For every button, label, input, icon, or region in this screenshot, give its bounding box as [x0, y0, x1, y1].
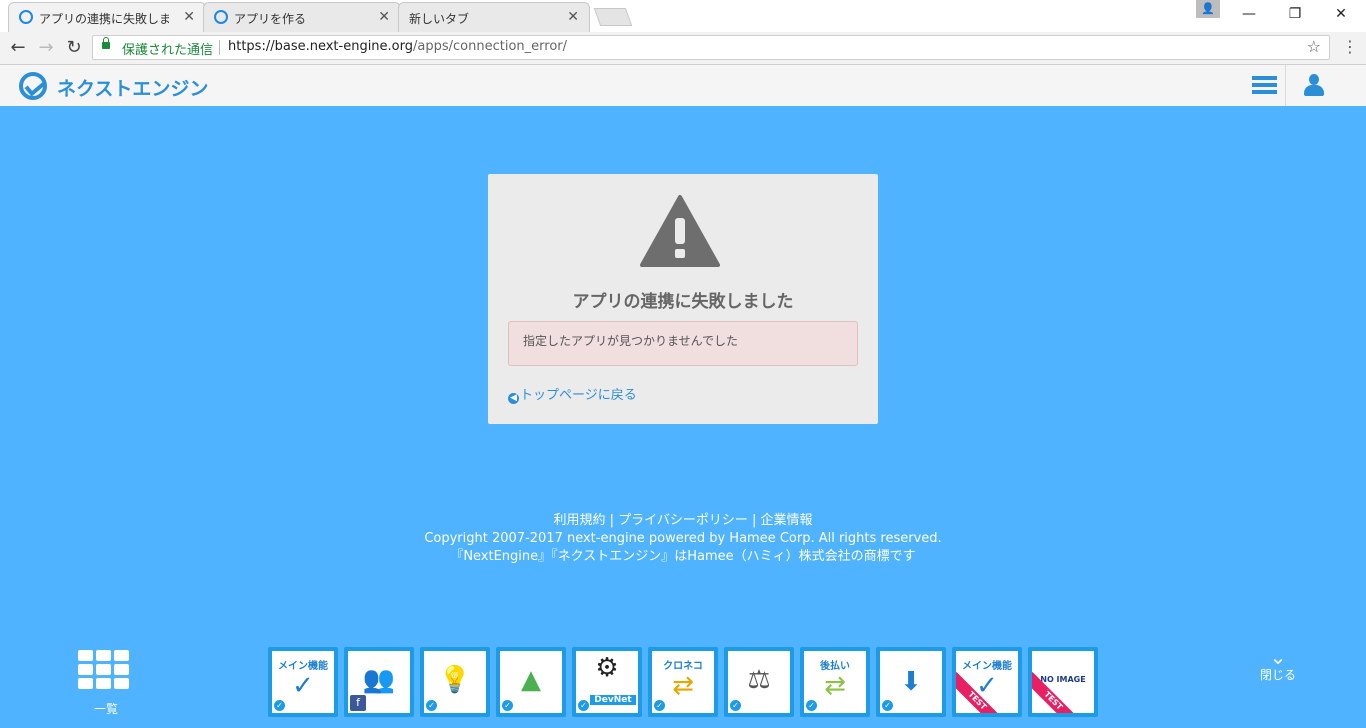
error-alert: 指定したアプリが見つかりませんでした [508, 321, 858, 366]
app-grid-button[interactable]: 一覧 [78, 650, 134, 716]
reload-icon[interactable]: ↻ [62, 37, 86, 58]
tab-make-app[interactable]: アプリを作る ✕ [203, 2, 401, 32]
tab-title: アプリの連携に失敗しました [39, 12, 169, 26]
address-bar[interactable]: 保護された通信 https://base.next-engine.org/app… [92, 35, 1330, 60]
company-link[interactable]: 企業情報 [761, 513, 813, 528]
profile-icon[interactable]: 👤 [1196, 0, 1220, 18]
app-header: ネクストエンジン [0, 65, 1366, 106]
trademark-text: 『NextEngine』『ネクストエンジン』はHamee（ハミィ）株式会社の商標… [450, 549, 916, 564]
close-icon[interactable]: ✕ [378, 9, 390, 25]
tab-title: アプリを作る [234, 12, 307, 26]
sync-arrows-icon: ⇄ [824, 671, 846, 701]
installed-check-icon: ✓ [654, 700, 665, 711]
browser-toolbar: ← → ↻ 保護された通信 https://base.next-engine.o… [0, 32, 1366, 65]
tile-label: クロネコ [663, 661, 703, 672]
next-engine-favicon-icon [214, 10, 228, 24]
dock-close-button[interactable]: ⌄ 閉じる [1250, 645, 1306, 688]
tab-connection-error[interactable]: アプリの連携に失敗しました ✕ [8, 2, 206, 32]
list-icon [1252, 76, 1277, 94]
app-logo-text[interactable]: ネクストエンジン [57, 74, 208, 101]
terms-link[interactable]: 利用規約 [553, 513, 605, 528]
user-icon [1304, 74, 1324, 96]
tile-label: メイン機能 [278, 661, 328, 672]
installed-check-icon: ✓ [426, 700, 437, 711]
back-link-label: トップページに戻る [520, 388, 637, 403]
footer-separator: | [752, 513, 757, 528]
app-tile-auction[interactable]: ⚖ ✓ [724, 647, 794, 717]
footer-links: 利用規約 | プライバシーポリシー | 企業情報 [0, 512, 1366, 530]
page-footer: 利用規約 | プライバシーポリシー | 企業情報 Copyright 2007-… [0, 512, 1366, 566]
grid-label: 一覧 [93, 702, 118, 716]
installed-check-icon: ✓ [806, 700, 817, 711]
tab-title: 新しいタブ [409, 12, 470, 26]
user-menu-button[interactable] [1286, 65, 1344, 106]
minimize-icon[interactable]: — [1226, 0, 1272, 28]
url-host: https://base.next-engine.org [228, 39, 414, 54]
app-tile-kuroneko[interactable]: クロネコ ⇄ ✓ [648, 647, 718, 717]
omnibox-divider [219, 40, 220, 55]
close-icon[interactable]: ✕ [183, 9, 195, 25]
app-tile-main-function[interactable]: メイン機能 ✓ ✓ [268, 647, 338, 717]
sync-arrows-icon: ⇄ [672, 671, 694, 701]
app-tile-main-function-test[interactable]: メイン機能 ✓ TEST [952, 647, 1022, 717]
app-tile-deferred-payment[interactable]: 後払い ⇄ ✓ [800, 647, 870, 717]
circle-arrow-left-icon: ◀ [508, 393, 519, 404]
url-path: /apps/connection_error/ [413, 39, 567, 54]
window-close-icon[interactable]: ✕ [1318, 0, 1364, 28]
app-tile-facebook[interactable]: 👥 f [344, 647, 414, 717]
privacy-link[interactable]: プライバシーポリシー [618, 513, 748, 528]
people-wifi-icon: 👥 [362, 665, 396, 695]
lock-icon [102, 37, 110, 49]
installed-check-icon: ✓ [578, 700, 589, 711]
error-card: アプリの連携に失敗しました 指定したアプリが見つかりませんでした ◀ トップページ… [488, 174, 878, 424]
triangles-icon: ▲ [521, 665, 541, 695]
back-to-top-link[interactable]: ◀ トップページに戻る [508, 384, 637, 404]
restore-icon[interactable]: ❐ [1272, 0, 1318, 28]
error-message: 指定したアプリが見つかりませんでした [523, 334, 739, 348]
chevron-down-icon: ⌄ [1269, 645, 1287, 669]
copyright-text: Copyright 2007-2017 next-engine powered … [424, 531, 942, 546]
gears-icon: ⚙ [595, 653, 619, 683]
close-label: 閉じる [1259, 668, 1296, 682]
tile-label: メイン機能 [962, 661, 1012, 672]
tab-new-tab[interactable]: 新しいタブ ✕ [398, 2, 590, 32]
app-tile-idea[interactable]: 💡 ✓ [420, 647, 490, 717]
facebook-icon: f [350, 695, 366, 711]
tile-label: 後払い [820, 661, 850, 672]
installed-check-icon: ✓ [882, 700, 893, 711]
chrome-menu-icon[interactable]: ⋮ [1340, 37, 1360, 56]
tile-label: DevNet [590, 695, 636, 705]
gavel-icon: ⚖ [747, 665, 771, 695]
lightbulb-icon: 💡 [438, 665, 472, 695]
app-tile-no-image-test[interactable]: NO IMAGE TEST [1028, 647, 1098, 717]
footer-separator: | [609, 513, 614, 528]
next-engine-favicon-icon [19, 10, 33, 24]
download-icon: ⬇ [900, 667, 922, 697]
new-tab-button[interactable] [593, 8, 633, 26]
browser-tabstrip: アプリの連携に失敗しました ✕ アプリを作る ✕ 新しいタブ ✕ 👤 — ❐ ✕ [0, 0, 1366, 32]
app-tile-download[interactable]: ⬇ ✓ [876, 647, 946, 717]
next-engine-logo-icon[interactable] [19, 72, 47, 100]
warning-icon [640, 195, 720, 267]
app-tile-devnet[interactable]: ⚙ DevNet ✓ [572, 647, 642, 717]
installed-check-icon: ✓ [274, 700, 285, 711]
forward-arrow-icon[interactable]: → [34, 37, 58, 58]
bookmark-star-icon[interactable]: ☆ [1307, 37, 1321, 56]
close-icon[interactable]: ✕ [567, 9, 579, 25]
secure-label: 保護された通信 [122, 43, 214, 58]
next-engine-check-icon: ✓ [292, 671, 314, 701]
error-title: アプリの連携に失敗しました [572, 292, 794, 312]
installed-check-icon: ✓ [730, 700, 741, 711]
app-tile-colorful[interactable]: ▲ ✓ [496, 647, 566, 717]
installed-check-icon: ✓ [502, 700, 513, 711]
url-text: https://base.next-engine.org/apps/connec… [228, 39, 567, 54]
back-arrow-icon[interactable]: ← [6, 37, 30, 58]
